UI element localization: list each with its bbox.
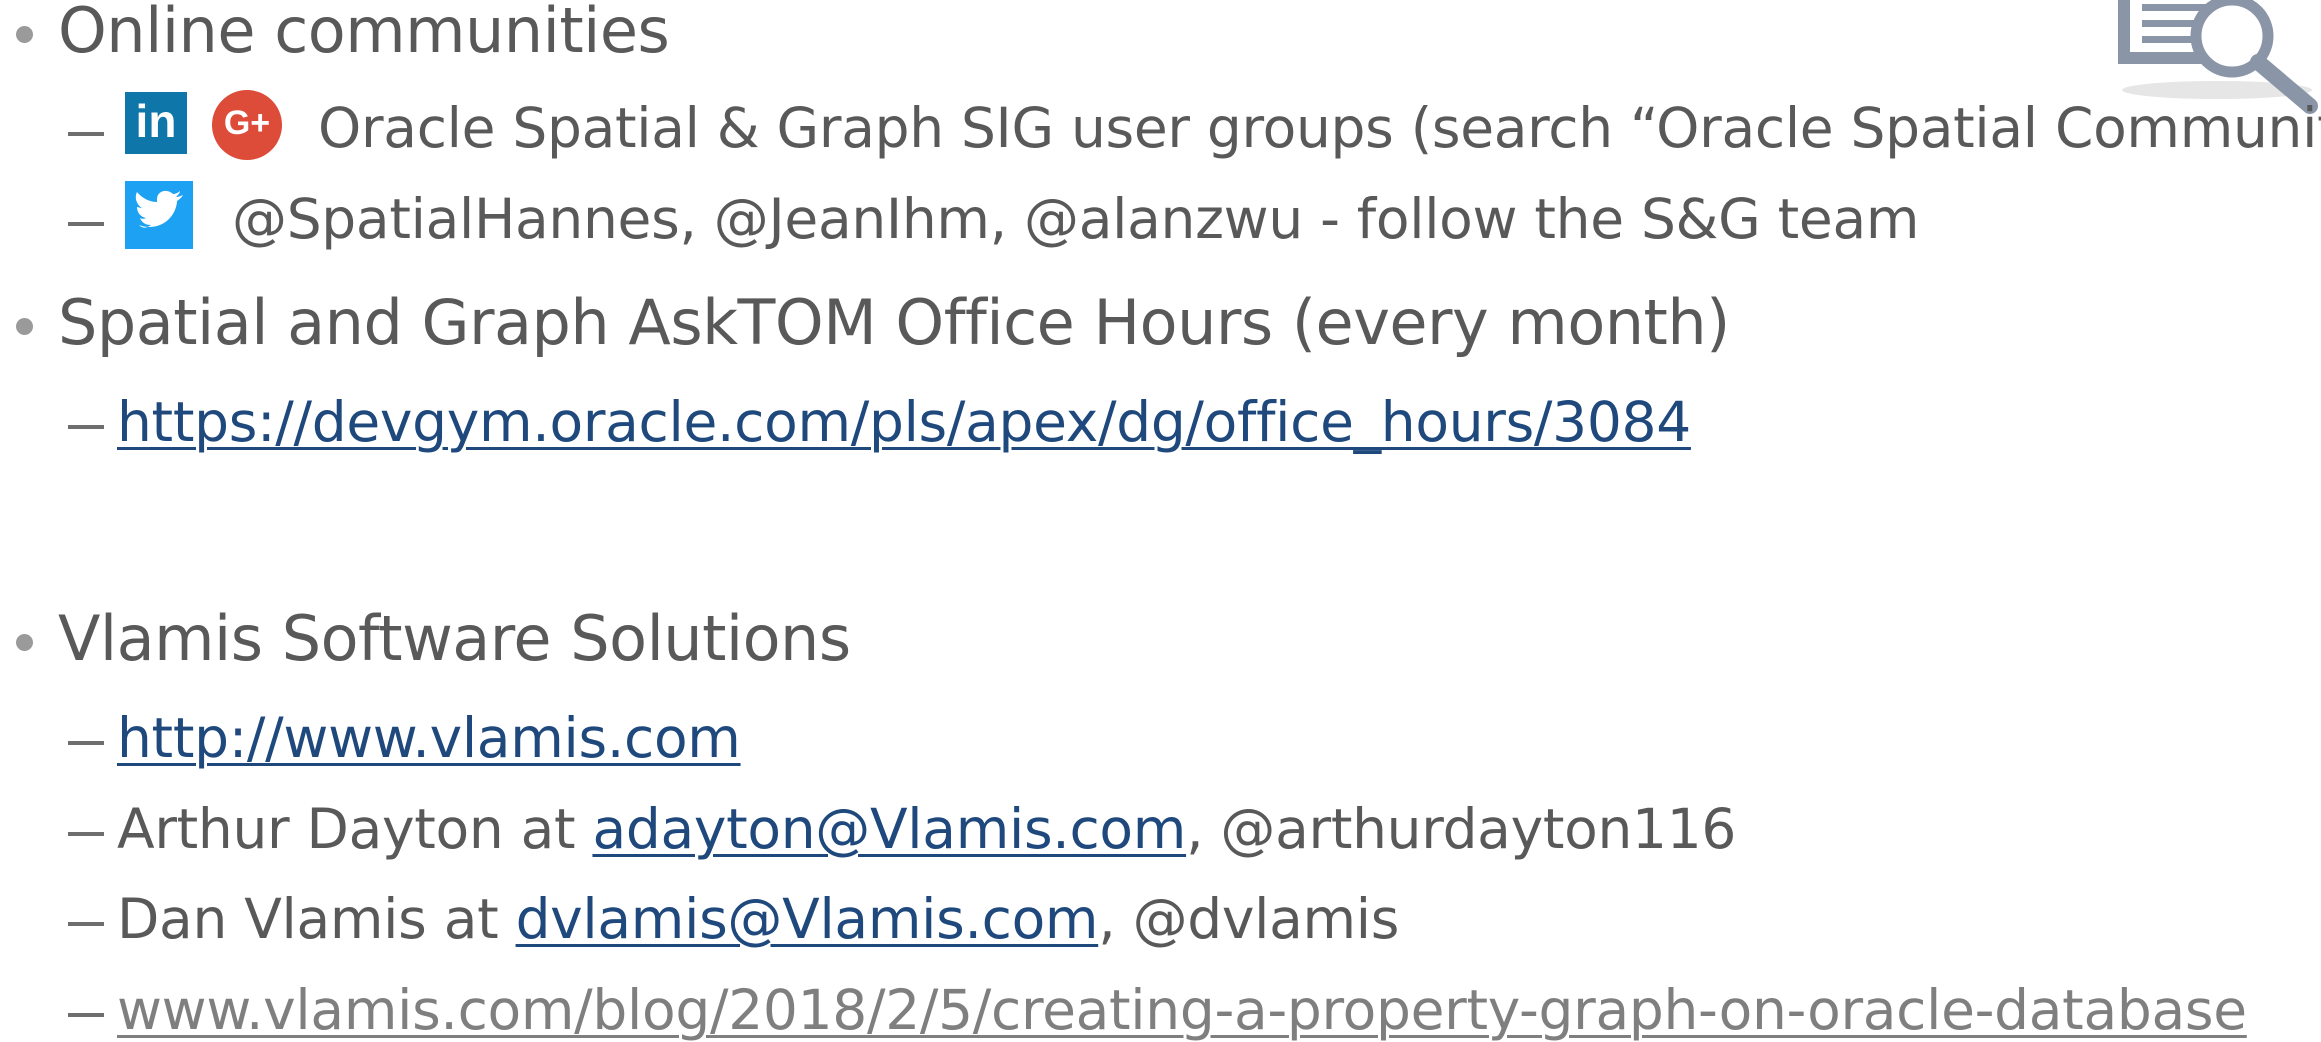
bullet-asktom-dot [16, 318, 33, 335]
heading-online-communities: Online communities [58, 0, 670, 67]
dash-sig [68, 132, 104, 136]
slide: Online communities in G+ Oracle Spatial … [0, 0, 2321, 1042]
asktom-link-row: https://devgym.oracle.com/pls/apex/dg/of… [117, 390, 1691, 454]
google-plus-glyph: G+ [223, 104, 271, 142]
arthur-prefix: Arthur Dayton at [117, 797, 593, 861]
linkedin-glyph: in [135, 95, 177, 147]
bullet-vlamis-dot [16, 634, 33, 651]
dan-suffix: , @dvlamis [1098, 887, 1400, 951]
arthur-contact-row: Arthur Dayton at adayton@Vlamis.com, @ar… [117, 797, 1736, 861]
twitter-icon[interactable] [125, 181, 193, 249]
google-plus-icon[interactable]: G+ [212, 90, 282, 160]
dash-twitter [68, 222, 104, 226]
bullet-online-dot [16, 26, 33, 43]
vlamis-site-link[interactable]: http://www.vlamis.com [117, 706, 741, 770]
sig-user-groups-text: Oracle Spatial & Graph SIG user groups (… [318, 96, 2321, 160]
heading-asktom: Spatial and Graph AskTOM Office Hours (e… [58, 286, 1730, 359]
arthur-email-link[interactable]: adayton@Vlamis.com [592, 797, 1186, 861]
heading-vlamis: Vlamis Software Solutions [58, 602, 851, 675]
blog-link-row: www.vlamis.com/blog/2018/2/5/creating-a-… [117, 978, 2247, 1042]
dash-blog [68, 1013, 104, 1017]
arthur-suffix: , @arthurdayton116 [1186, 797, 1737, 861]
dash-dan [68, 922, 104, 926]
dan-email-link[interactable]: dvlamis@Vlamis.com [516, 887, 1099, 951]
dash-asktom [68, 425, 104, 429]
asktom-office-hours-link[interactable]: https://devgym.oracle.com/pls/apex/dg/of… [117, 390, 1691, 454]
vlamis-blog-link[interactable]: www.vlamis.com/blog/2018/2/5/creating-a-… [117, 978, 2247, 1042]
dash-arthur [68, 832, 104, 836]
dan-contact-row: Dan Vlamis at dvlamis@Vlamis.com, @dvlam… [117, 887, 1399, 951]
dan-prefix: Dan Vlamis at [117, 887, 516, 951]
dash-vlamis-site [68, 741, 104, 745]
twitter-handles-text: @SpatialHannes, @JeanIhm, @alanzwu - fol… [232, 187, 1920, 251]
vlamis-site-row: http://www.vlamis.com [117, 706, 741, 770]
linkedin-icon[interactable]: in [125, 92, 187, 154]
